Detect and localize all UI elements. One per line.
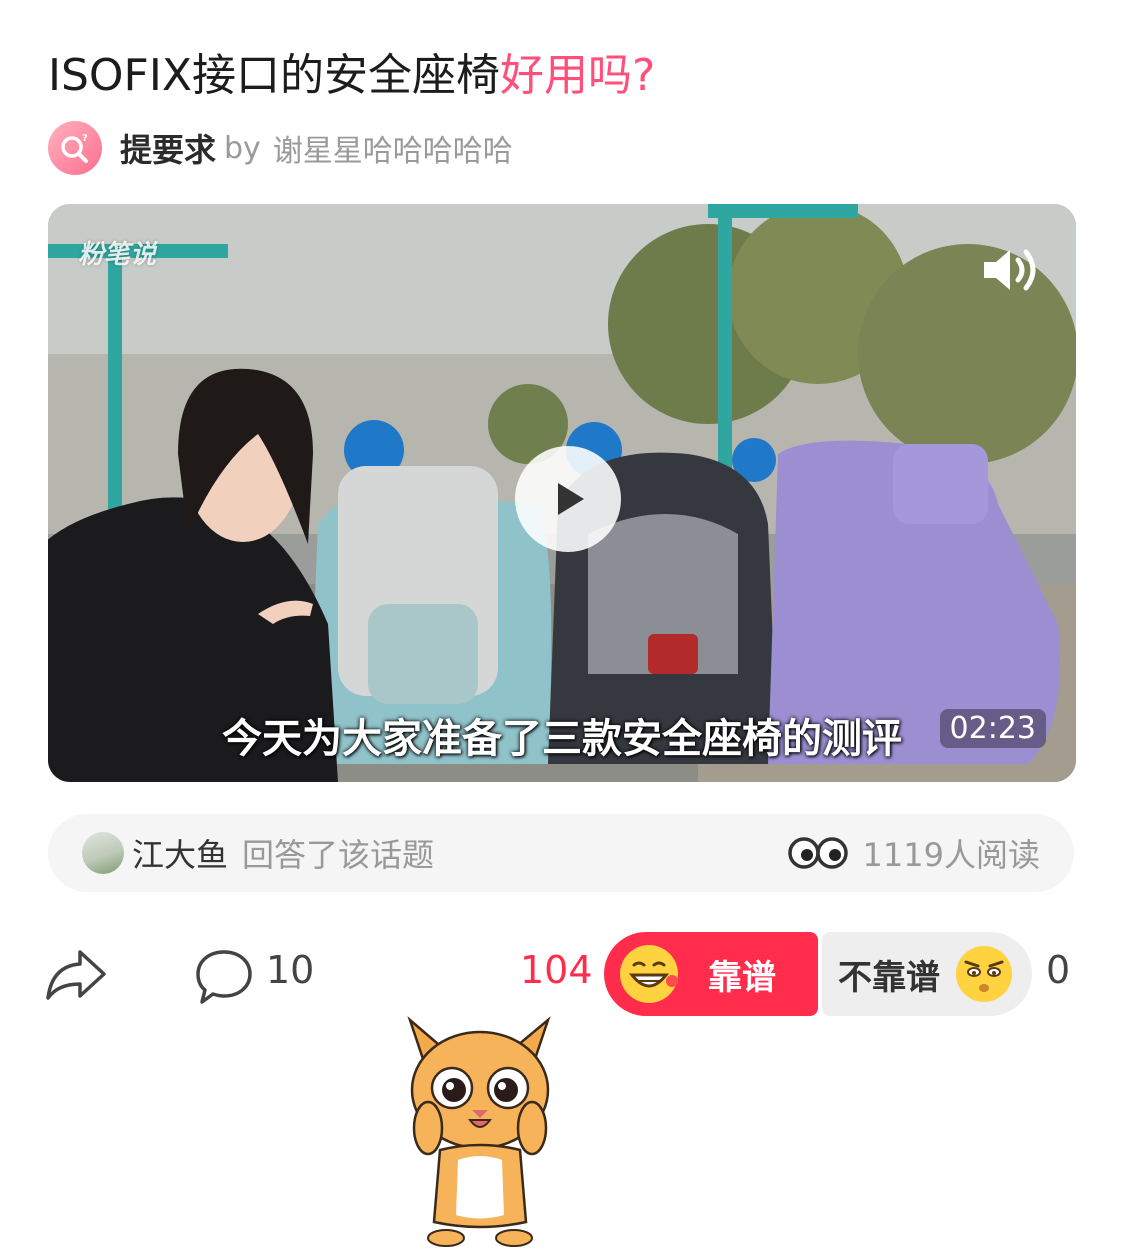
ask-row: ? 提要求 by 谢星星哈哈哈哈哈 — [48, 120, 513, 176]
up-vote-button[interactable]: 靠谱 — [604, 932, 818, 1016]
search-question-icon: ? — [48, 121, 102, 175]
up-vote-count: 104 — [520, 948, 593, 992]
ask-tag: 提要求 — [120, 131, 217, 169]
video-player[interactable]: 粉笔说 今天为大家准备了三款安全座椅的测评 02:23 — [48, 204, 1076, 782]
post-title-main: ISOFIX接口的安全座椅 — [48, 50, 500, 101]
play-icon — [558, 483, 584, 515]
video-subtitle: 今天为大家准备了三款安全座椅的测评 — [222, 716, 902, 762]
comment-count: 10 — [266, 948, 315, 992]
svg-text:?: ? — [82, 133, 88, 144]
answer-bar[interactable]: 江大鱼 回答了该话题 1119人阅读 — [48, 814, 1074, 892]
post-title-highlight: 好用吗? — [499, 50, 656, 101]
video-duration: 02:23 — [939, 709, 1046, 748]
answerer-name[interactable]: 江大鱼 — [132, 830, 228, 876]
skeptical-emoji-icon — [956, 946, 1012, 1002]
speaker-icon[interactable] — [980, 242, 1044, 298]
up-vote-label: 靠谱 — [708, 957, 776, 998]
down-vote-count: 0 — [1046, 948, 1071, 992]
post-title: ISOFIX接口的安全座椅好用吗? — [48, 44, 655, 108]
action-row: 10 104 靠谱 不靠谱 0 — [0, 928, 1125, 1020]
down-vote-label: 不靠谱 — [838, 957, 940, 998]
share-icon[interactable] — [44, 946, 108, 1002]
video-watermark: 粉笔说 — [78, 240, 157, 270]
play-button[interactable] — [515, 446, 621, 552]
comment-icon[interactable] — [194, 946, 254, 1006]
cat-mascot-sticker — [407, 1016, 551, 1247]
grin-emoji-icon — [620, 945, 678, 1003]
down-vote-button[interactable]: 不靠谱 — [822, 932, 1032, 1016]
answer-action-text: 回答了该话题 — [242, 836, 435, 874]
avatar[interactable] — [82, 832, 124, 874]
ask-by: by — [224, 130, 261, 166]
ask-author[interactable]: 谢星星哈哈哈哈哈 — [273, 126, 513, 170]
read-count: 1119人阅读 — [862, 836, 1040, 874]
eyes-icon — [787, 837, 848, 869]
